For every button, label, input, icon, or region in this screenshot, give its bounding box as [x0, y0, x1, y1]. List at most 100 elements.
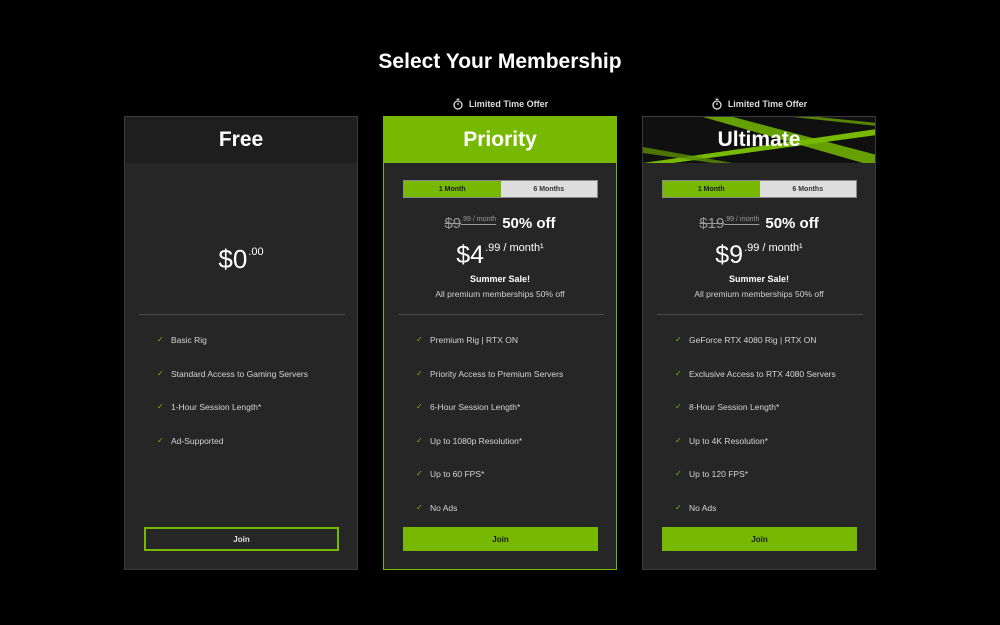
offer-label: Limited Time Offer	[468, 99, 549, 109]
price-period: / month¹	[762, 242, 803, 254]
price-main: $4	[456, 241, 485, 269]
feature-text: Basic Rig	[171, 335, 207, 345]
checkmark-icon: ✓	[416, 335, 423, 344]
plan-header: Priority	[384, 117, 616, 163]
feature-list: ✓ GeForce RTX 4080 Rig | RTX ON ✓ Exclusiv…	[675, 335, 870, 537]
discount-label: 50% off	[765, 215, 819, 232]
plan-price: $0 .00	[125, 245, 357, 273]
feature-text: 1-Hour Session Length*	[171, 402, 262, 413]
feature-list: ✓ Basic Rig ✓ Standard Access to Gaming Se…	[157, 335, 352, 469]
ultimate-offer-badge: Limited Time Offer	[642, 98, 876, 110]
checkmark-icon: ✓	[416, 402, 423, 412]
feature-item: ✓ Standard Access to Gaming Servers	[157, 369, 352, 403]
checkmark-icon: ✓	[416, 502, 423, 512]
checkmark-icon: ✓	[157, 435, 164, 445]
billing-period-toggle: 1 Month 6 Months	[662, 180, 857, 198]
feature-item: ✓ Up to 1080p Resolution*	[416, 436, 611, 470]
checkmark-icon: ✓	[157, 335, 164, 344]
checkmark-icon: ✓	[675, 435, 682, 445]
priority-offer-badge: Limited Time Offer	[383, 98, 617, 110]
original-price-main: $9	[444, 215, 462, 232]
feature-text: Priority Access to Premium Servers	[430, 368, 564, 379]
sale-subtitle: All premium memberships 50% off	[435, 289, 565, 299]
feature-item: ✓ Up to 60 FPS*	[416, 469, 611, 503]
feature-text: Exclusive Access to RTX 4080 Servers	[689, 368, 836, 379]
free-join-button[interactable]: Join	[144, 527, 339, 551]
priority-plan-card: Priority 1 Month 6 Months $9.99 / month …	[383, 116, 617, 570]
priority-join-button[interactable]: Join	[403, 527, 598, 551]
page-title: Select Your Membership	[378, 50, 622, 73]
checkmark-icon: ✓	[416, 435, 423, 445]
original-price-sup: .99 / month	[461, 216, 497, 223]
free-plan-card: Free $0 .00 ✓ Basic Rig ✓ Standard Access …	[124, 116, 358, 570]
original-price: $19.99 / month	[699, 215, 759, 232]
price-period: / month¹	[503, 242, 544, 254]
divider	[139, 314, 345, 315]
tab-1-month[interactable]: 1 Month	[663, 181, 760, 197]
feature-item: ✓ Up to 120 FPS*	[675, 469, 870, 503]
feature-item: ✓ GeForce RTX 4080 Rig | RTX ON	[675, 335, 870, 369]
checkmark-icon: ✓	[416, 469, 423, 479]
price-cents: .99	[744, 242, 760, 254]
checkmark-icon: ✓	[157, 402, 164, 412]
original-price-main: $19	[699, 215, 725, 232]
feature-text: Up to 60 FPS*	[430, 469, 485, 480]
plan-name: Priority	[463, 128, 537, 151]
original-price: $9.99 / month	[444, 215, 496, 232]
tab-1-month[interactable]: 1 Month	[404, 181, 501, 197]
feature-text: 8-Hour Session Length*	[689, 402, 780, 413]
stopwatch-icon	[452, 98, 464, 110]
plan-name: Free	[218, 128, 264, 151]
plan-header: Free	[125, 117, 357, 163]
checkmark-icon: ✓	[675, 335, 682, 344]
checkmark-icon: ✓	[675, 368, 682, 378]
feature-item: ✓ 8-Hour Session Length*	[675, 402, 870, 436]
original-price-row: $9.99 / month 50% off	[384, 215, 616, 232]
original-price-row: $19.99 / month 50% off	[643, 215, 875, 232]
feature-text: Up to 120 FPS*	[689, 469, 749, 480]
price-main: $0	[218, 244, 248, 274]
feature-list: ✓ Premium Rig | RTX ON ✓ Priority Access t…	[416, 335, 611, 537]
price-main: $9	[715, 241, 744, 269]
feature-text: Standard Access to Gaming Servers	[171, 368, 309, 379]
checkmark-icon: ✓	[157, 368, 164, 378]
ultimate-join-button[interactable]: Join	[662, 527, 857, 551]
feature-item: ✓ Exclusive Access to RTX 4080 Servers	[675, 369, 870, 403]
feature-item: ✓ 6-Hour Session Length*	[416, 402, 611, 436]
feature-item: ✓ Basic Rig	[157, 335, 352, 369]
price-cents: .99	[485, 242, 501, 254]
stopwatch-icon	[711, 98, 723, 110]
discount-label: 50% off	[502, 215, 556, 232]
plan-price: $4 .99 / month¹	[384, 241, 616, 269]
feature-item: ✓ Priority Access to Premium Servers	[416, 369, 611, 403]
feature-item: ✓ Ad-Supported	[157, 436, 352, 470]
feature-text: Premium Rig | RTX ON	[430, 335, 519, 345]
checkmark-icon: ✓	[675, 469, 682, 479]
feature-text: No Ads	[430, 502, 458, 513]
plan-header: Ultimate	[643, 117, 875, 163]
price-cents: .00	[248, 246, 264, 258]
feature-text: Up to 1080p Resolution*	[430, 435, 523, 446]
tab-6-months[interactable]: 6 Months	[759, 181, 856, 197]
plan-price: $9 .99 / month¹	[643, 241, 875, 269]
tab-6-months[interactable]: 6 Months	[500, 181, 597, 197]
divider	[657, 314, 863, 315]
sale-title: Summer Sale!	[469, 274, 531, 284]
offer-label: Limited Time Offer	[727, 99, 808, 109]
sale-subtitle: All premium memberships 50% off	[694, 289, 824, 299]
checkmark-icon: ✓	[416, 368, 423, 378]
sale-title: Summer Sale!	[728, 274, 790, 284]
feature-text: 6-Hour Session Length*	[430, 402, 521, 413]
feature-item: ✓ Up to 4K Resolution*	[675, 436, 870, 470]
checkmark-icon: ✓	[675, 402, 682, 412]
feature-text: No Ads	[689, 502, 717, 513]
feature-text: GeForce RTX 4080 Rig | RTX ON	[689, 335, 817, 345]
feature-text: Ad-Supported	[171, 435, 224, 446]
plan-name: Ultimate	[717, 128, 801, 151]
feature-item: ✓ 1-Hour Session Length*	[157, 402, 352, 436]
original-price-sup: .99 / month	[724, 216, 760, 223]
ultimate-plan-card: Ultimate 1 Month 6 Months $19.99 / month…	[642, 116, 876, 570]
checkmark-icon: ✓	[675, 502, 682, 512]
billing-period-toggle: 1 Month 6 Months	[403, 180, 598, 198]
divider	[398, 314, 604, 315]
